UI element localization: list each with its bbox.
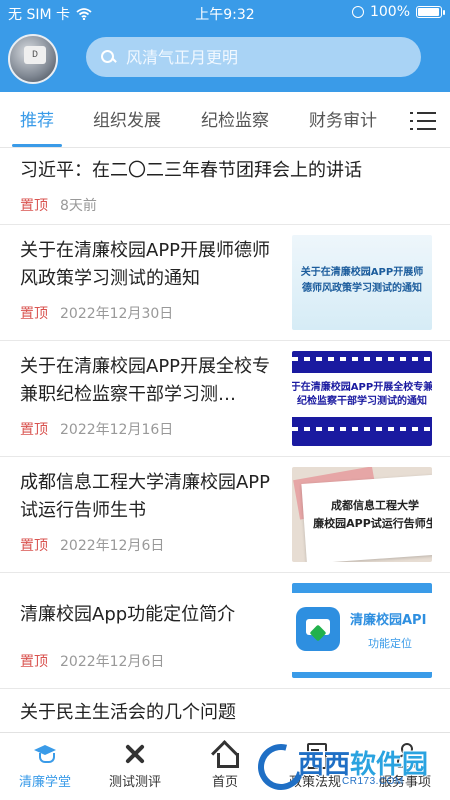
item-title: 关于在清廉校园APP开展师德师风政策学习测试的通知 bbox=[20, 240, 271, 289]
news-feed: 习近平：在二〇二三年春节团拜会上的讲话 置顶 8天前 关于在清廉校园APP开展师… bbox=[0, 149, 450, 732]
item-title: 习近平：在二〇二三年春节团拜会上的讲话 bbox=[20, 160, 362, 181]
book-icon bbox=[302, 741, 328, 769]
nav-label: 测试测评 bbox=[108, 775, 161, 790]
item-thumbnail: 成都信息工程大学 廉校园APP试运行告师生 bbox=[292, 467, 432, 562]
item-thumbnail: 于在清廉校园APP开展全校专兼 纪检监察干部学习测试的通知 bbox=[292, 351, 432, 446]
person-icon bbox=[392, 741, 418, 768]
tools-icon bbox=[122, 741, 148, 767]
avatar[interactable]: D bbox=[8, 34, 58, 84]
battery-icon bbox=[416, 6, 445, 18]
status-bar: 无 SIM 卡 上午9:32 100% bbox=[0, 0, 450, 26]
item-title: 成都信息工程大学清廉校园APP试运行告师生书 bbox=[20, 472, 271, 521]
home-icon bbox=[212, 741, 239, 768]
search-bar[interactable] bbox=[86, 37, 421, 77]
graduation-cap-icon bbox=[32, 741, 58, 767]
nav-item-study[interactable]: 清廉学堂 bbox=[0, 741, 90, 790]
thumbnail-text-line-2: 纪检监察干部学习测试的通知 bbox=[297, 396, 427, 407]
thumbnail-text-line-2: 廉校园APP试运行告师生 bbox=[313, 517, 432, 530]
nav-item-policy[interactable]: 政策法规 bbox=[270, 741, 360, 790]
pinned-badge: 置顶 bbox=[20, 306, 48, 322]
pinned-badge: 置顶 bbox=[20, 198, 48, 214]
list-item[interactable]: 关于民主生活会的几个问题 bbox=[0, 689, 450, 732]
item-thumbnail: 关于在清廉校园APP开展师德师风政策学习测试的通知 bbox=[292, 235, 432, 330]
tab-recommend[interactable]: 推荐 bbox=[20, 106, 54, 131]
battery-fill bbox=[418, 8, 439, 16]
nav-item-home[interactable]: 首页 bbox=[180, 741, 270, 790]
nav-item-tests[interactable]: 测试测评 bbox=[90, 741, 180, 790]
pinned-badge: 置顶 bbox=[20, 422, 48, 438]
orientation-lock-icon bbox=[351, 6, 364, 18]
item-date: 2022年12月6日 bbox=[60, 538, 165, 554]
list-item[interactable]: 关于在清廉校园APP开展全校专兼职纪检监察干部学习测… 置顶 2022年12月1… bbox=[0, 341, 450, 457]
list-item[interactable]: 关于在清廉校园APP开展师德师风政策学习测试的通知 置顶 2022年12月30日… bbox=[0, 225, 450, 341]
app-logo-icon bbox=[296, 607, 340, 651]
nav-label: 政策法规 bbox=[288, 775, 341, 790]
battery-percent: 100% bbox=[369, 4, 410, 20]
thumbnail-text-line-1: 于在清廉校园APP开展全校专兼 bbox=[292, 382, 432, 393]
nav-label: 首页 bbox=[211, 775, 238, 790]
active-tab-indicator bbox=[12, 144, 62, 147]
item-title: 关于民主生活会的几个问题 bbox=[20, 702, 236, 723]
item-date: 2022年12月6日 bbox=[60, 654, 165, 670]
item-title: 清廉校园App功能定位简介 bbox=[20, 604, 236, 625]
item-thumbnail: 清廉校园API 功能定位 bbox=[292, 583, 432, 678]
menu-icon[interactable] bbox=[410, 110, 436, 132]
item-title: 关于在清廉校园APP开展全校专兼职纪检监察干部学习测… bbox=[20, 356, 271, 405]
pinned-badge: 置顶 bbox=[20, 538, 48, 554]
thumbnail-subtitle: 功能定位 bbox=[368, 637, 412, 650]
tab-discipline[interactable]: 纪检监察 bbox=[201, 106, 269, 131]
list-item[interactable]: 成都信息工程大学清廉校园APP试运行告师生书 置顶 2022年12月6日 成都信… bbox=[0, 457, 450, 573]
thumbnail-app-name: 清廉校园API bbox=[350, 613, 427, 628]
avatar-key-letter: D bbox=[24, 46, 46, 64]
nav-label: 服务事项 bbox=[378, 775, 431, 790]
app-header: 无 SIM 卡 上午9:32 100% D bbox=[0, 0, 450, 92]
list-item[interactable]: 清廉校园App功能定位简介 置顶 2022年12月6日 清廉校园API 功能定位 bbox=[0, 573, 450, 689]
thumbnail-text-line-1: 成都信息工程大学 bbox=[331, 499, 419, 512]
item-date: 8天前 bbox=[60, 198, 97, 214]
search-icon bbox=[100, 49, 116, 65]
tab-organization[interactable]: 组织发展 bbox=[93, 106, 161, 131]
search-input[interactable] bbox=[126, 47, 396, 67]
thumbnail-text: 关于在清廉校园APP开展师德师风政策学习测试的通知 bbox=[300, 267, 424, 294]
pinned-badge: 置顶 bbox=[20, 654, 48, 670]
item-date: 2022年12月30日 bbox=[60, 306, 174, 322]
nav-item-services[interactable]: 服务事项 bbox=[360, 741, 450, 790]
nav-label: 清廉学堂 bbox=[18, 775, 71, 790]
item-date: 2022年12月16日 bbox=[60, 422, 174, 438]
list-item[interactable]: 习近平：在二〇二三年春节团拜会上的讲话 置顶 8天前 bbox=[0, 149, 450, 225]
tab-finance-audit[interactable]: 财务审计 bbox=[309, 106, 377, 131]
bottom-nav: 清廉学堂 测试测评 首页 政策法规 服务事项 bbox=[0, 732, 450, 800]
category-tabs: 推荐 组织发展 纪检监察 财务审计 bbox=[0, 92, 450, 148]
